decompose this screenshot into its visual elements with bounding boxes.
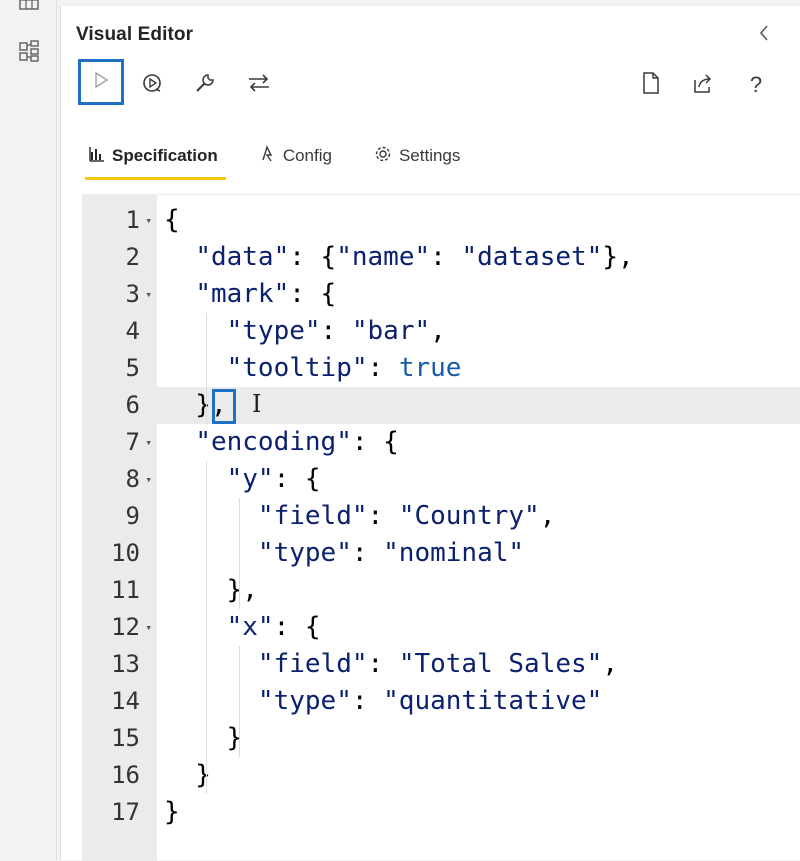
code-line[interactable]: }: [157, 757, 800, 794]
selection-highlight: [212, 389, 236, 424]
fold-toggle-icon[interactable]: ▾: [145, 424, 152, 461]
fold-toggle-icon[interactable]: ▾: [145, 202, 152, 239]
map-fields-icon: [247, 73, 271, 98]
line-number: 14: [111, 687, 140, 715]
indent-guide: [206, 313, 207, 424]
fold-toggle-icon[interactable]: ▾: [145, 461, 152, 498]
auto-apply-icon: [141, 72, 163, 99]
code-line[interactable]: "type": "quantitative": [157, 683, 800, 720]
code-line[interactable]: "mark": {: [157, 276, 800, 313]
tab-specification[interactable]: Specification: [85, 134, 226, 180]
code-line[interactable]: "field": "Total Sales",: [157, 646, 800, 683]
repair-icon: [194, 72, 216, 99]
indent-guide: [239, 646, 240, 757]
line-number-gutter: 1 ▾ 2 3 ▾ 4 5 6 7 ▾ 8 ▾ 9 10 11 12 ▾ 13 14 15 16 17: [82, 195, 157, 861]
fold-toggle-icon[interactable]: ▾: [145, 276, 152, 313]
export-button[interactable]: [680, 62, 726, 108]
line-number: 1 ▾: [82, 202, 157, 239]
line-number: 5: [125, 354, 140, 382]
model-icon[interactable]: [18, 40, 40, 62]
tab-config[interactable]: Config: [256, 134, 336, 178]
code-line[interactable]: "field": "Country",: [157, 498, 800, 535]
code-line[interactable]: "y": {: [157, 461, 800, 498]
auto-apply-button[interactable]: [129, 62, 175, 108]
code-line[interactable]: "tooltip": true: [157, 350, 800, 387]
code-line[interactable]: "type": "bar",: [157, 313, 800, 350]
bar-chart-icon: [89, 146, 105, 167]
line-number: 6: [82, 387, 157, 424]
run-icon: [93, 71, 109, 94]
text-cursor-icon: I: [252, 390, 262, 418]
repair-button[interactable]: [182, 62, 228, 108]
tab-label: Specification: [112, 146, 218, 165]
config-icon: [260, 144, 276, 168]
line-number: 2: [125, 243, 140, 271]
gear-icon: [374, 145, 392, 168]
code-area[interactable]: { "data": {"name": "dataset"}, "mark": {…: [157, 195, 800, 861]
line-number: 3 ▾: [82, 276, 157, 313]
code-editor[interactable]: 1 ▾ 2 3 ▾ 4 5 6 7 ▾ 8 ▾ 9 10 11 12 ▾ 13 14 15 16 17 { "data":…: [82, 194, 800, 861]
map-fields-button[interactable]: [236, 62, 282, 108]
panel-title: Visual Editor: [76, 24, 194, 45]
line-number: 7 ▾: [82, 424, 157, 461]
line-number: 11: [111, 576, 140, 604]
line-number: 17: [111, 798, 140, 826]
line-number: 4: [125, 317, 140, 345]
line-number: 8 ▾: [82, 461, 157, 498]
new-spec-button[interactable]: [628, 62, 674, 108]
fold-toggle-icon[interactable]: ▾: [145, 609, 152, 646]
code-line[interactable]: }: [157, 794, 800, 831]
run-button[interactable]: [78, 59, 124, 105]
code-line[interactable]: "data": {"name": "dataset"},: [157, 239, 800, 276]
code-line[interactable]: "x": {: [157, 609, 800, 646]
line-number: 12 ▾: [82, 609, 157, 646]
help-icon: ?: [749, 72, 763, 97]
export-icon: [692, 72, 714, 99]
code-line[interactable]: },: [157, 572, 800, 609]
new-spec-icon: [642, 71, 660, 99]
indent-guide: [206, 461, 207, 794]
editor-tabs: Specification Config Settings: [85, 134, 498, 180]
code-line[interactable]: "type": "nominal": [157, 535, 800, 572]
indent-guide: [239, 498, 240, 609]
visual-editor-panel: Visual Editor ? Specification Config Set…: [60, 6, 800, 861]
left-rail: [0, 0, 57, 860]
tab-settings[interactable]: Settings: [370, 134, 464, 178]
tab-label: Config: [282, 146, 332, 165]
line-number: 13: [111, 650, 140, 678]
code-line[interactable]: "encoding": {: [157, 424, 800, 461]
collapse-icon[interactable]: [753, 22, 775, 44]
code-line[interactable]: {: [157, 202, 800, 239]
line-number: 9: [125, 502, 140, 530]
help-button[interactable]: ?: [733, 62, 779, 108]
table-icon[interactable]: [18, 0, 40, 14]
code-line[interactable]: }: [157, 720, 800, 757]
tab-label: Settings: [398, 146, 461, 165]
line-number: 10: [111, 539, 140, 567]
line-number: 15: [111, 724, 140, 752]
line-number: 16: [111, 761, 140, 789]
